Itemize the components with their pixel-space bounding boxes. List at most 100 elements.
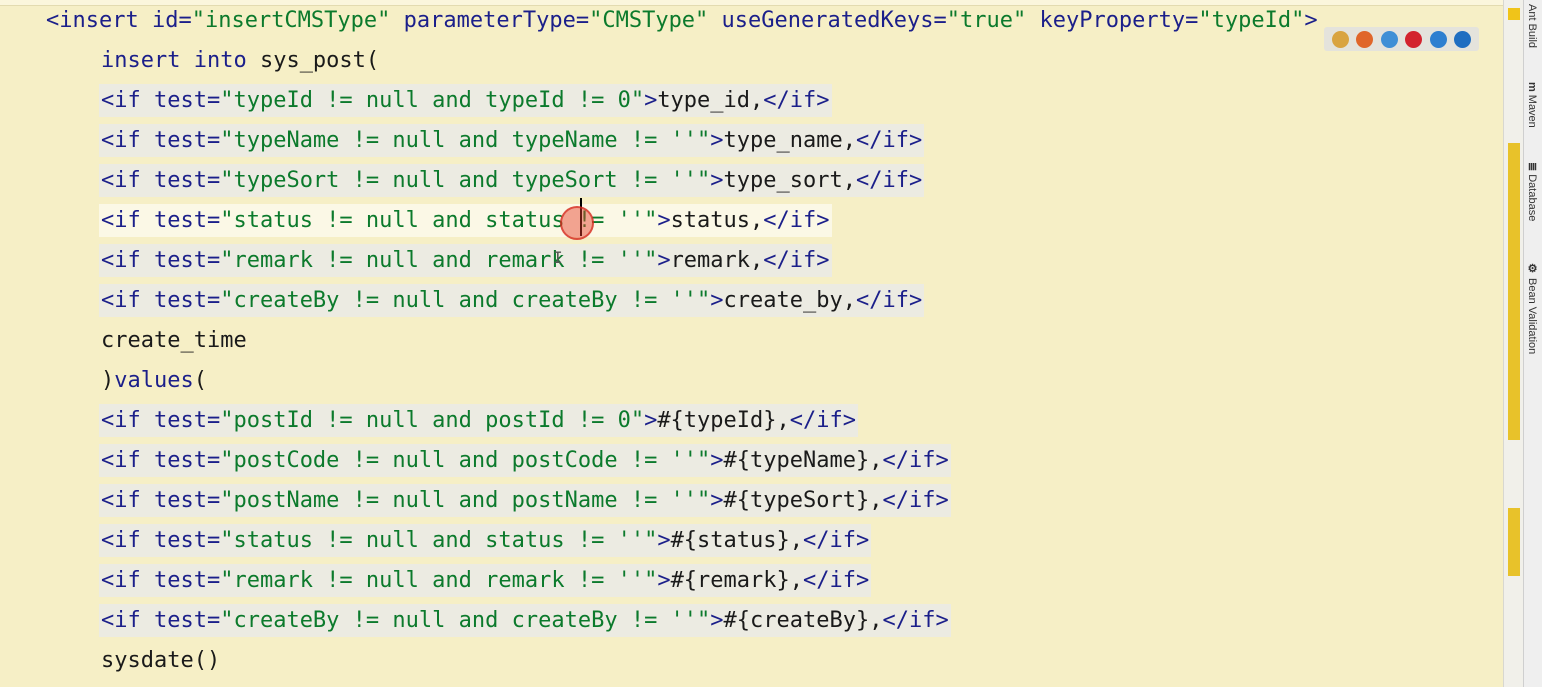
code-token: </if> [856,288,923,313]
opera-icon[interactable] [1405,30,1423,48]
code-token: test= [153,408,221,433]
code-token: "createBy != null and createBy != ''" [220,608,711,633]
code-token: "postName != null and postName != ''" [220,488,711,513]
error-stripe[interactable] [1503,0,1524,687]
tool-window-database[interactable]: ≣ Database [1526,162,1539,221]
code-token: "typeId" [1198,8,1305,33]
code-token: > [657,208,671,233]
code-token: test= [153,448,221,473]
edge-icon[interactable] [1454,30,1472,48]
code-token: status, [670,208,764,233]
code-token: > [657,528,671,553]
code-token: ) [101,368,115,393]
tool-window-maven[interactable]: m Maven [1526,82,1538,128]
tool-window-bean-validation[interactable]: ⚙ Bean Validation [1526,262,1539,354]
code-token: values [114,368,194,393]
code-line[interactable]: <if test="postId != null and postId != 0… [99,401,858,441]
code-token: test= [153,608,221,633]
tool-window-label: Database [1526,174,1538,222]
code-token: > [710,488,724,513]
code-token: useGeneratedKeys= [708,8,947,33]
code-token: <if [101,568,154,593]
code-token: test= [153,88,221,113]
code-token: </if> [882,608,949,633]
tool-window-ant-build[interactable]: Ant Build [1526,4,1538,48]
code-token: </if> [882,448,949,473]
maven-icon: m [1526,82,1538,92]
code-line[interactable]: insert into sys_post( [99,41,381,81]
chrome-icon[interactable] [1331,30,1349,48]
code-token: "CMSType" [589,8,709,33]
code-token: <if [101,528,154,553]
code-token: <if [101,248,154,273]
code-token: parameterType= [390,8,590,33]
code-token: <if [101,408,154,433]
code-line[interactable]: sysdate() [99,641,222,681]
code-token: > [644,408,658,433]
code-line[interactable]: create_time [99,321,249,361]
code-token: #{createBy}, [723,608,883,633]
code-token: </if> [882,488,949,513]
code-token: test= [153,288,221,313]
code-line[interactable]: <if test="typeSort != null and typeSort … [99,161,925,201]
code-line[interactable]: <if test="remark != null and remark != '… [99,561,872,601]
code-token: > [644,88,658,113]
code-token: #{typeName}, [723,448,883,473]
code-token: <if [101,128,154,153]
code-line[interactable]: <if test="createBy != null and createBy … [99,281,925,321]
code-token: #{remark}, [670,568,804,593]
code-token: test= [153,488,221,513]
code-token: test= [153,208,221,233]
code-line[interactable]: <if test="createBy != null and createBy … [99,601,951,641]
code-line[interactable]: <if test="status != null and status != '… [99,201,832,241]
code-line[interactable]: <if test="postCode != null and postCode … [99,441,951,481]
code-token: create_by, [723,288,856,313]
code-line[interactable]: <if test="typeName != null and typeName … [99,121,925,161]
code-token: test= [153,528,221,553]
code-token: type_sort, [723,168,856,193]
code-token: #{typeId}, [657,408,790,433]
code-token: <if [101,288,154,313]
code-token: </if> [803,528,870,553]
code-token: </if> [856,168,923,193]
code-token: "typeSort != null and typeSort != ''" [220,168,711,193]
code-line[interactable]: <if test="status != null and status != '… [99,521,872,561]
code-token: <if [101,168,154,193]
scroll-thumb-highlight[interactable] [1508,143,1520,440]
marker-stripe[interactable] [1508,508,1520,576]
code-token: </if> [856,128,923,153]
code-token: test= [153,568,221,593]
code-token: </if> [803,568,870,593]
code-token: <if [101,608,154,633]
code-token: "remark != null and remark != ''" [220,568,658,593]
code-token: <if [101,88,154,113]
code-token: remark, [670,248,764,273]
code-token: > [710,448,724,473]
ibeam-cursor-icon: I [553,248,563,267]
code-token: #{typeSort}, [723,488,883,513]
firefox-icon[interactable] [1356,30,1374,48]
analysis-status-marker[interactable] [1508,8,1520,20]
code-token: > [710,608,724,633]
ie-icon[interactable] [1429,30,1447,48]
code-token: "insertCMSType" [191,8,391,33]
code-line[interactable]: <if test="remark != null and remark != '… [99,241,832,281]
code-token: "postCode != null and postCode != ''" [220,448,711,473]
code-editor[interactable]: <insert id="insertCMSType" parameterType… [0,0,1503,687]
code-token: > [1304,8,1318,33]
click-indicator [560,206,594,240]
code-token: sys_post( [259,48,380,73]
code-line[interactable]: <if test="typeId != null and typeId != 0… [99,81,832,121]
browser-preview-icons[interactable] [1324,27,1479,51]
code-line[interactable]: <insert id="insertCMSType" parameterType… [44,1,1320,41]
code-token: <insert [46,8,152,33]
code-line[interactable]: <if test="postName != null and postName … [99,481,951,521]
code-token: type_id, [657,88,764,113]
code-token: "status != null and status != ''" [220,528,658,553]
safari-icon[interactable] [1380,30,1398,48]
code-token: test= [153,168,221,193]
code-token: ( [193,368,207,393]
code-line[interactable]: )values( [99,361,209,401]
tool-window-label: Ant Build [1526,4,1538,49]
code-token: create_time [101,328,247,353]
